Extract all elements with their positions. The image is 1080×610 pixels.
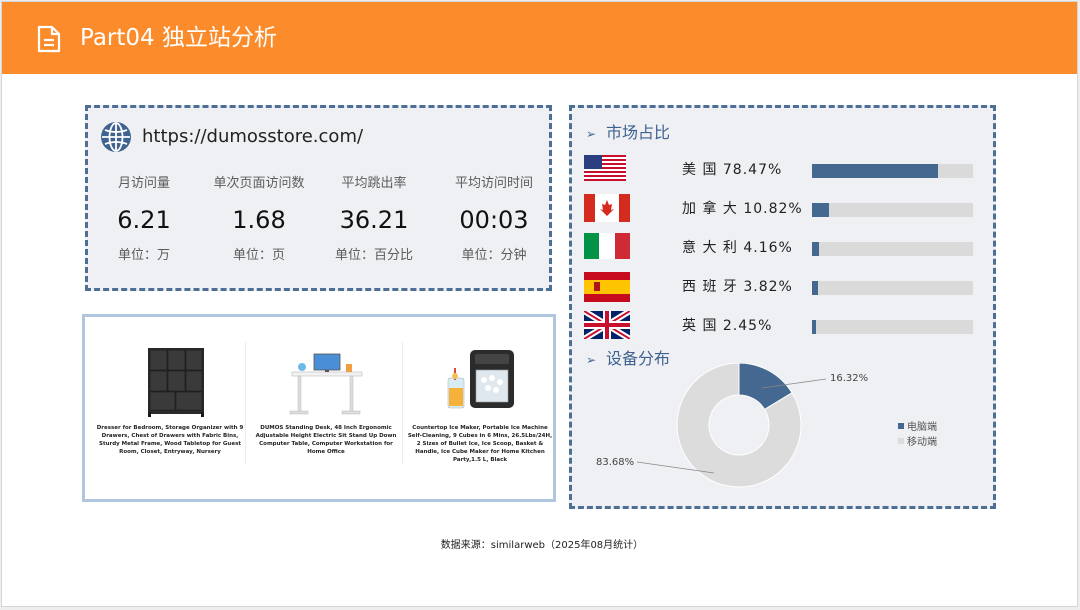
share-bar-fill [812, 242, 819, 256]
data-source-note: 数据来源：similarweb（2025年08月统计） [440, 540, 644, 551]
legend-label: 电脑端 [907, 422, 937, 433]
products-card: Dresser for Bedroom, Storage Organizer w… [82, 314, 556, 502]
canada-flag-icon [584, 194, 630, 222]
share-bar-track [812, 242, 973, 256]
stat-pages-per-visit: 单次页面访问数 1.68 单位：页 [203, 175, 315, 265]
page-title: Part04 独立站分析 [80, 25, 277, 51]
product-item[interactable]: DUMOS Standing Desk, 48 Inch Ergonomic A… [251, 342, 401, 467]
legend-desktop: 电脑端 [898, 421, 937, 435]
market-share-title: ➢ 市场占比 [586, 122, 670, 145]
stat-monthly-visits: 月访问量 6.21 单位：万 [88, 175, 200, 265]
stat-bounce-rate: 平均跳出率 36.21 单位：百分比 [318, 175, 430, 265]
document-icon [37, 25, 61, 53]
share-bar-track [812, 203, 973, 217]
chevron-right-icon: ➢ [586, 127, 597, 141]
header-bar: Part04 独立站分析 [2, 2, 1077, 74]
stat-value: 1.68 [232, 206, 286, 234]
share-bar-track [812, 164, 973, 178]
legend-swatch [898, 423, 904, 429]
spain-flag-icon [584, 272, 630, 302]
product-item[interactable]: Dresser for Bedroom, Storage Organizer w… [95, 342, 245, 467]
legend-mobile: 移动端 [898, 436, 937, 450]
stat-unit: 单位：页 [232, 248, 285, 263]
stat-unit: 单位：百分比 [334, 248, 413, 263]
market-label: 意 大 利 4.16% [682, 240, 793, 256]
stat-label: 月访问量 [117, 176, 170, 191]
market-label: 美 国 78.47% [682, 162, 783, 178]
uk-flag-icon [584, 311, 630, 339]
stat-label: 平均跳出率 [341, 176, 407, 191]
market-label: 英 国 2.45% [682, 318, 773, 334]
market-row-spain: 西 班 牙 3.82% [584, 272, 976, 302]
stat-value: 6.21 [117, 206, 171, 234]
stat-label: 平均访问时间 [454, 176, 533, 191]
us-flag-icon [584, 155, 626, 181]
legend-label: 移动端 [907, 437, 937, 448]
divider [245, 342, 246, 464]
market-device-card: ➢ 市场占比 美 国 78.47% 加 拿 大 10.82% 意 大 利 4.1… [569, 105, 996, 509]
section-title-text: 市场占比 [606, 123, 671, 142]
desktop-percent-label: 16.32% [830, 373, 869, 384]
italy-flag-icon [584, 233, 630, 259]
stat-unit: 单位：万 [117, 248, 170, 263]
stat-label: 单次页面访问数 [213, 176, 305, 191]
product-description: Dresser for Bedroom, Storage Organizer w… [96, 425, 244, 455]
divider [402, 342, 403, 464]
market-label: 加 拿 大 10.82% [682, 201, 803, 217]
market-row-italy: 意 大 利 4.16% [584, 233, 976, 263]
slide: Part04 独立站分析 https://dumosstore.com/ 月访问… [1, 1, 1078, 607]
site-url-link[interactable]: https://dumosstore.com/ [142, 124, 363, 150]
product-description: Countertop Ice Maker, Portable Ice Machi… [407, 425, 553, 463]
share-bar-fill [812, 203, 830, 217]
dresser-image [148, 348, 204, 417]
stat-value: 36.21 [339, 206, 409, 234]
mobile-percent-label: 83.68% [596, 457, 635, 468]
market-row-canada: 加 拿 大 10.82% [584, 194, 976, 224]
stat-avg-visit-duration: 平均访问时间 00:03 单位：分钟 [438, 175, 550, 265]
ice-maker-image [447, 350, 514, 409]
market-label: 西 班 牙 3.82% [682, 279, 793, 295]
share-bar-fill [812, 281, 819, 295]
stat-value: 00:03 [459, 206, 529, 234]
market-row-uk: 英 国 2.45% [584, 311, 976, 341]
share-bar-track [812, 281, 973, 295]
share-bar-fill [812, 320, 816, 334]
site-stats-card: https://dumosstore.com/ 月访问量 6.21 单位：万 单… [85, 105, 552, 291]
share-bar-fill [812, 164, 939, 178]
legend-swatch [898, 438, 904, 444]
share-bar-track [812, 320, 973, 334]
product-item[interactable]: Countertop Ice Maker, Portable Ice Machi… [405, 342, 555, 467]
market-row-us: 美 国 78.47% [584, 155, 976, 185]
stat-unit: 单位：分钟 [461, 248, 527, 263]
product-description: DUMOS Standing Desk, 48 Inch Ergonomic A… [255, 425, 397, 455]
globe-icon [101, 122, 131, 152]
standing-desk-image [289, 353, 363, 415]
